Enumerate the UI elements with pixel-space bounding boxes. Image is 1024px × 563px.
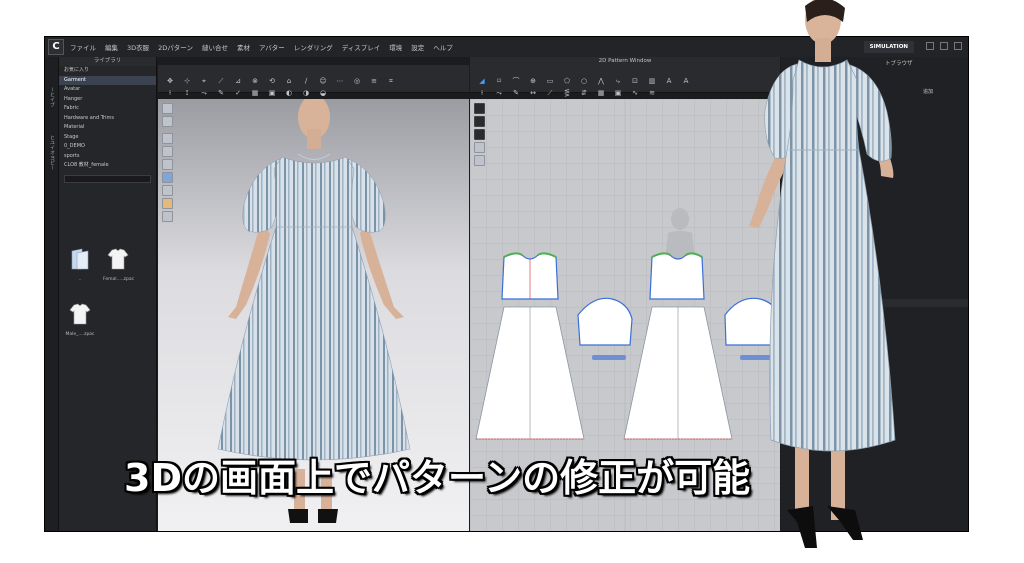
vertical-tab-history[interactable]: ヒユイオヨピー [47,135,56,170]
tshirt-icon [69,303,91,325]
menu-sewing[interactable]: 縫い合せ [202,42,228,52]
menu-edit[interactable]: 編集 [105,42,118,52]
elastic-icon[interactable]: ∿ [629,88,641,98]
fold-line-icon[interactable]: ⟋ [544,88,556,98]
library-item-hardware[interactable]: Hardware and Trims [59,114,156,124]
sew-icon[interactable]: ⟊ [164,88,176,98]
menu-file[interactable]: ファイル [70,42,96,52]
library-item-demo[interactable]: 0_DEMO [59,142,156,152]
edit-sew-icon[interactable]: ✎ [215,88,227,98]
thumb-label: Femal.....zpac [103,277,135,282]
maximize-icon[interactable] [940,42,948,50]
close-icon[interactable] [954,42,962,50]
graphic-icon[interactable]: ▣ [266,88,278,98]
menu-2d-pattern[interactable]: 2Dパターン [158,42,193,52]
view-garment-icon[interactable] [162,116,173,127]
view-fabric-icon[interactable] [162,172,173,183]
grain-icon[interactable]: ⇵ [578,88,590,98]
sewing-check-icon[interactable]: ✓ [232,88,244,98]
view-light-icon[interactable] [162,211,173,222]
pleat-icon[interactable]: ⋚ [561,88,573,98]
3d-view-side-tools [162,103,174,224]
pressure-icon[interactable]: ◒ [317,88,329,98]
toolbar-3d-row1: ✥ ⊹ ⌖ ⟋ ⊿ ⊗ ⟲ ⌂ ∕ ☺ ⋯ ◎ ≡ ⌗ [164,68,463,85]
menu-avatar[interactable]: アバター [259,42,285,52]
library-search-input[interactable] [64,174,151,183]
eraser-2d-icon[interactable] [474,116,485,127]
brush-2d-icon[interactable] [474,103,485,114]
texture-icon[interactable]: ▦ [249,88,261,98]
library-item-fabric[interactable]: Fabric [59,104,156,114]
menu-material[interactable]: 素材 [237,42,250,52]
library-thumb-folder[interactable]: .. [65,247,95,282]
library-item-hanger[interactable]: Hanger [59,95,156,105]
library-item-clo-female[interactable]: CLO8 教材_female [59,161,156,171]
fit-2d-icon[interactable] [474,142,485,153]
view-mesh-icon[interactable] [162,146,173,157]
edit-texture-icon[interactable]: ▦ [595,88,607,98]
strain-icon[interactable]: ◑ [300,88,312,98]
toolbar-2d: ◢ ⌑ ⌒ ⊕ ▭ ⬠ ○ ⋀ ⤷ ⊡ ▥ A A ⟊ ⤳ ✎ ↔ ⟋ ⋚ ⇵ ▦ ▣ ∿ ≋ [470,65,780,97]
toolbar-3d: ✥ ⊹ ⌖ ⟋ ⊿ ⊗ ⟲ ⌂ ∕ ☺ ⋯ ◎ ≡ ⌗ ⟊ ⟟ ⤳ ✎ ✓ ▦ ▣ ◐ ◑ ◒ [158,65,469,97]
view-texture-icon[interactable] [162,133,173,144]
fitting-icon[interactable]: ◐ [283,88,295,98]
view-skin-icon[interactable] [162,198,173,209]
toolbar-2d-row1: ◢ ⌑ ⌒ ⊕ ▭ ⬠ ○ ⋀ ⤷ ⊡ ▥ A A [476,68,774,85]
thumb-label: .. [78,277,82,282]
edit-sewing-2d-icon[interactable]: ✎ [510,88,522,98]
zoom-2d-icon[interactable] [474,129,485,140]
check-length-icon[interactable]: ↔ [527,88,539,98]
menu-3d-garment[interactable]: 3D衣服 [127,42,149,52]
segment-sew-icon[interactable]: ⟟ [181,88,193,98]
free-sewing-2d-icon[interactable]: ⤳ [493,88,505,98]
view-skeleton-icon[interactable] [162,185,173,196]
minimize-icon[interactable] [926,42,934,50]
toolbar-3d-row2: ⟊ ⟟ ⤳ ✎ ✓ ▦ ▣ ◐ ◑ ◒ [164,80,463,97]
toolbar-2d-row2: ⟊ ⤳ ✎ ↔ ⟋ ⋚ ⇵ ▦ ▣ ∿ ≋ [476,80,774,97]
shirring-icon[interactable]: ≋ [646,88,658,98]
library-item-sports[interactable]: sports [59,152,156,162]
left-side-strip: ーヒイブ ヒユイオヨピー [45,57,59,531]
vertical-tab-archive[interactable]: ーヒイブ [47,87,56,107]
folder-icon [71,248,89,270]
free-sew-icon[interactable]: ⤳ [198,88,210,98]
menu-display[interactable]: ディスプレイ [342,42,381,52]
graphic-2d-icon[interactable]: ▣ [612,88,624,98]
2d-view-side-tools [474,103,486,168]
segment-sewing-2d-icon[interactable]: ⟊ [476,88,488,98]
menu-environment[interactable]: 環境 [389,42,402,52]
tshirt-icon [107,248,129,270]
library-thumb-female[interactable]: Femal.....zpac [103,247,135,282]
model-in-dress-photo [749,0,896,548]
thumb-label: Male_....zpac [65,332,95,337]
library-item-material[interactable]: Material [59,123,156,133]
menu-rendering[interactable]: レンダリング [294,42,333,52]
caption-text: 3Dの画面上でパターンの修正が可能 [124,456,751,500]
library-title: ライブラリ [59,57,156,66]
library-thumb-male[interactable]: Male_....zpac [65,302,95,337]
view-thickness-icon[interactable] [162,159,173,170]
menu-settings[interactable]: 設定 [411,42,424,52]
menu-help[interactable]: ヘルプ [433,42,453,52]
library-item-garment[interactable]: Garment [59,75,156,85]
library-item-favorites[interactable]: お気に入り [59,66,156,76]
grid-2d-icon[interactable] [474,155,485,166]
library-item-stage[interactable]: Stage [59,133,156,143]
app-logo: C [48,39,64,55]
library-item-avatar[interactable]: Avatar [59,85,156,95]
pattern-window-title: 2D Pattern Window [470,57,780,65]
view-avatar-icon[interactable] [162,103,173,114]
